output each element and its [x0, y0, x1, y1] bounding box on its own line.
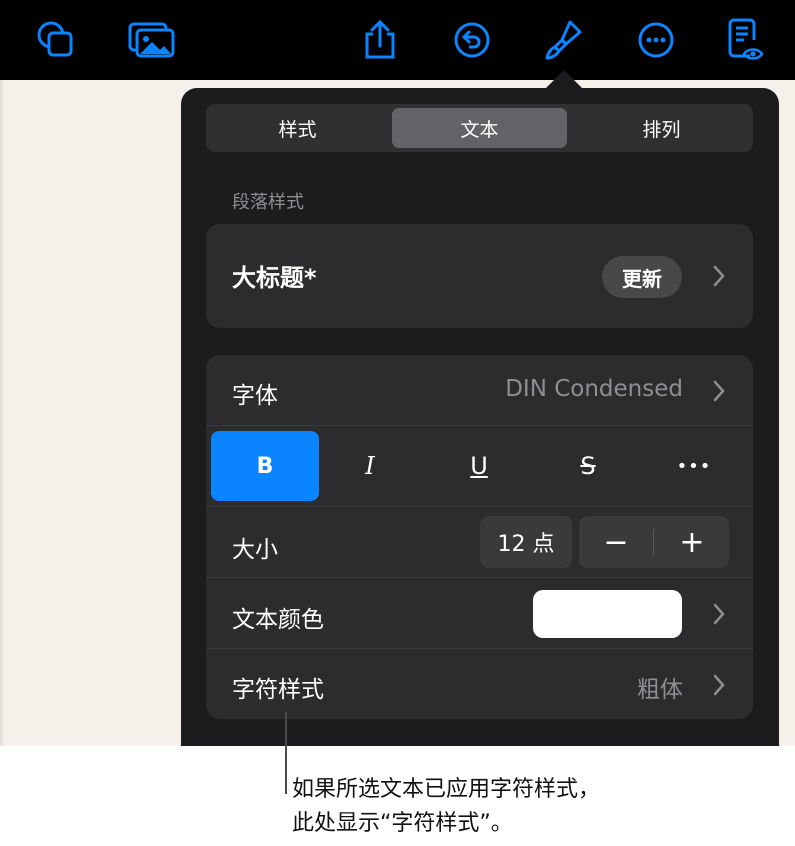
- text-color-swatch[interactable]: [533, 590, 682, 638]
- divider: [206, 425, 753, 426]
- character-style-row[interactable]: 字符样式 粗体: [206, 648, 753, 719]
- shapes-icon[interactable]: [32, 18, 80, 62]
- underline-button[interactable]: U: [425, 431, 533, 501]
- callout-line-1: 如果所选文本已应用字符样式，: [292, 777, 601, 802]
- font-label: 字体: [232, 383, 278, 409]
- callout-leader-line: [285, 712, 287, 794]
- chevron-right-icon: [713, 265, 725, 287]
- increase-size-button[interactable]: +: [655, 516, 729, 568]
- format-tabs: 样式 文本 排列: [206, 104, 753, 152]
- character-style-label: 字符样式: [232, 677, 324, 703]
- chevron-right-icon: [713, 674, 725, 696]
- tab-text[interactable]: 文本: [392, 108, 567, 148]
- tab-arrange[interactable]: 排列: [574, 108, 749, 148]
- paragraph-style-name: 大标题*: [232, 264, 317, 292]
- popover-arrow: [544, 70, 584, 90]
- italic-button[interactable]: I: [316, 431, 424, 501]
- text-format-card: 字体 DIN Condensed B I U S ••• 大小 12 点 − +…: [206, 355, 753, 719]
- strikethrough-button[interactable]: S: [534, 431, 642, 501]
- share-icon[interactable]: [356, 18, 404, 62]
- undo-icon[interactable]: [448, 18, 496, 62]
- size-stepper: − +: [579, 516, 729, 568]
- page-edge: [0, 80, 4, 746]
- character-style-value: 粗体: [637, 677, 683, 703]
- stepper-divider: [653, 529, 654, 555]
- media-icon[interactable]: [128, 18, 176, 62]
- callout-text: 如果所选文本已应用字符样式， 此处显示“字符样式”。: [292, 773, 772, 841]
- chevron-right-icon: [713, 603, 725, 625]
- chevron-right-icon: [713, 380, 725, 402]
- font-row[interactable]: 字体 DIN Condensed: [206, 355, 753, 425]
- more-format-button[interactable]: •••: [640, 431, 748, 501]
- reader-view-icon[interactable]: [720, 18, 768, 62]
- tab-style[interactable]: 样式: [210, 108, 385, 148]
- paragraph-style-heading: 段落样式: [232, 192, 304, 213]
- paragraph-style-card[interactable]: 大标题* 更新: [206, 224, 753, 328]
- text-color-label: 文本颜色: [232, 607, 324, 633]
- decrease-size-button[interactable]: −: [579, 516, 653, 568]
- size-value[interactable]: 12 点: [480, 516, 572, 568]
- toolbar: [0, 0, 795, 80]
- more-icon[interactable]: [632, 18, 680, 62]
- font-value: DIN Condensed: [505, 376, 683, 402]
- format-brush-icon[interactable]: [540, 18, 588, 62]
- size-label: 大小: [232, 537, 278, 563]
- update-style-button[interactable]: 更新: [602, 256, 682, 298]
- format-popover: 样式 文本 排列 段落样式 大标题* 更新 字体 DIN Condensed B…: [181, 88, 779, 746]
- callout-line-2: 此处显示“字符样式”。: [292, 811, 513, 836]
- bold-button[interactable]: B: [211, 431, 319, 501]
